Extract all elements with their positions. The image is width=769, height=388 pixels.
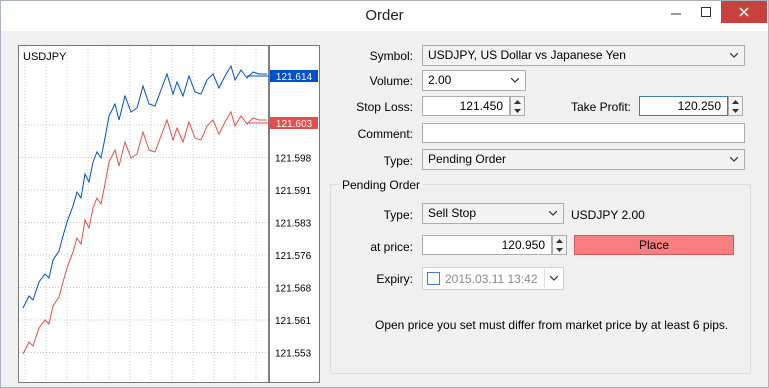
maximize-icon (701, 7, 711, 17)
close-button[interactable] (721, 1, 767, 23)
spin-down-icon[interactable] (729, 106, 742, 115)
pending-type-label: Type: (383, 208, 413, 222)
spin-up-icon[interactable] (553, 236, 566, 245)
tick-chart-canvas: USDJPY 121.606121.598121.591121.583121.5… (19, 46, 318, 382)
bid-price-tag-text: 121.603 (276, 119, 313, 130)
price-axis-label: 121.598 (275, 154, 312, 165)
pending-type-select[interactable]: Sell Stop (422, 203, 564, 224)
price-axis-label: 121.583 (275, 219, 312, 230)
comment-input[interactable] (422, 123, 745, 143)
ask-price-tag-text: 121.614 (276, 72, 313, 83)
price-axis-label: 121.546 (275, 381, 312, 382)
chart-symbol-label: USDJPY (23, 51, 67, 63)
spin-down-icon[interactable] (553, 245, 566, 254)
expiry-value: 2015.03.11 13:42 (445, 272, 538, 286)
take-profit-label: Take Profit: (570, 100, 631, 114)
pending-order-group-title: Pending Order (339, 178, 424, 192)
stop-loss-spinner[interactable] (510, 96, 525, 116)
maximize-button[interactable] (691, 1, 721, 23)
at-price-input[interactable]: 120.950 (422, 235, 552, 255)
at-price-label: at price: (370, 240, 413, 254)
stop-loss-input[interactable]: 121.450 (422, 96, 510, 116)
price-axis-label: 121.576 (275, 251, 312, 262)
take-profit-input[interactable]: 120.250 (639, 96, 728, 116)
window-title: Order (365, 7, 404, 24)
volume-label: Volume: (369, 74, 413, 88)
take-profit-spinner[interactable] (728, 96, 743, 116)
close-icon (739, 7, 749, 17)
place-button[interactable]: Place (574, 235, 734, 255)
spin-up-icon[interactable] (511, 97, 524, 106)
stop-loss-label: Stop Loss: (356, 100, 413, 114)
symbol-select[interactable]: USDJPY, US Dollar vs Japanese Yen (422, 45, 745, 66)
pending-note: Open price you set must differ from mark… (375, 318, 729, 332)
chevron-down-icon (728, 150, 740, 169)
symbol-label: Symbol: (369, 49, 413, 63)
ask-price-line (22, 64, 267, 309)
order-type-select-value: Pending Order (428, 152, 507, 166)
price-axis-label: 121.553 (275, 349, 312, 360)
expiry-datetime-picker[interactable]: 2015.03.11 13:42 (422, 267, 564, 290)
symbol-select-value: USDJPY, US Dollar vs Japanese Yen (428, 48, 626, 62)
spin-up-icon[interactable] (729, 97, 742, 106)
chevron-down-icon (509, 71, 521, 90)
price-axis-label: 121.591 (275, 186, 312, 197)
volume-select-value: 2.00 (428, 73, 452, 87)
expiry-checkbox[interactable] (427, 272, 440, 285)
bid-price-line (22, 110, 267, 355)
at-price-spinner[interactable] (552, 235, 567, 255)
order-type-select[interactable]: Pending Order (422, 149, 745, 170)
spin-down-icon[interactable] (511, 106, 524, 115)
chevron-down-icon (728, 46, 740, 65)
title-bar: Order (1, 1, 768, 31)
tick-chart: USDJPY 121.606121.598121.591121.583121.5… (18, 45, 320, 383)
dialog-body: USDJPY 121.606121.598121.591121.583121.5… (9, 32, 760, 383)
price-axis-label: 121.568 (275, 284, 312, 295)
comment-label: Comment: (357, 127, 413, 141)
price-axis-label: 121.561 (275, 316, 312, 327)
expiry-label: Expiry: (376, 272, 413, 286)
order-window: Order USDJPY 121.606121.598121.591121.58… (0, 0, 769, 388)
volume-select[interactable]: 2.00 (422, 70, 526, 91)
pending-type-select-value: Sell Stop (428, 206, 477, 220)
order-type-label: Type: (383, 154, 413, 168)
chevron-down-icon (547, 204, 559, 223)
minimize-button[interactable] (661, 1, 691, 23)
pending-summary: USDJPY 2.00 (571, 208, 645, 222)
chevron-down-icon[interactable] (544, 269, 562, 288)
minimize-icon (671, 13, 681, 15)
